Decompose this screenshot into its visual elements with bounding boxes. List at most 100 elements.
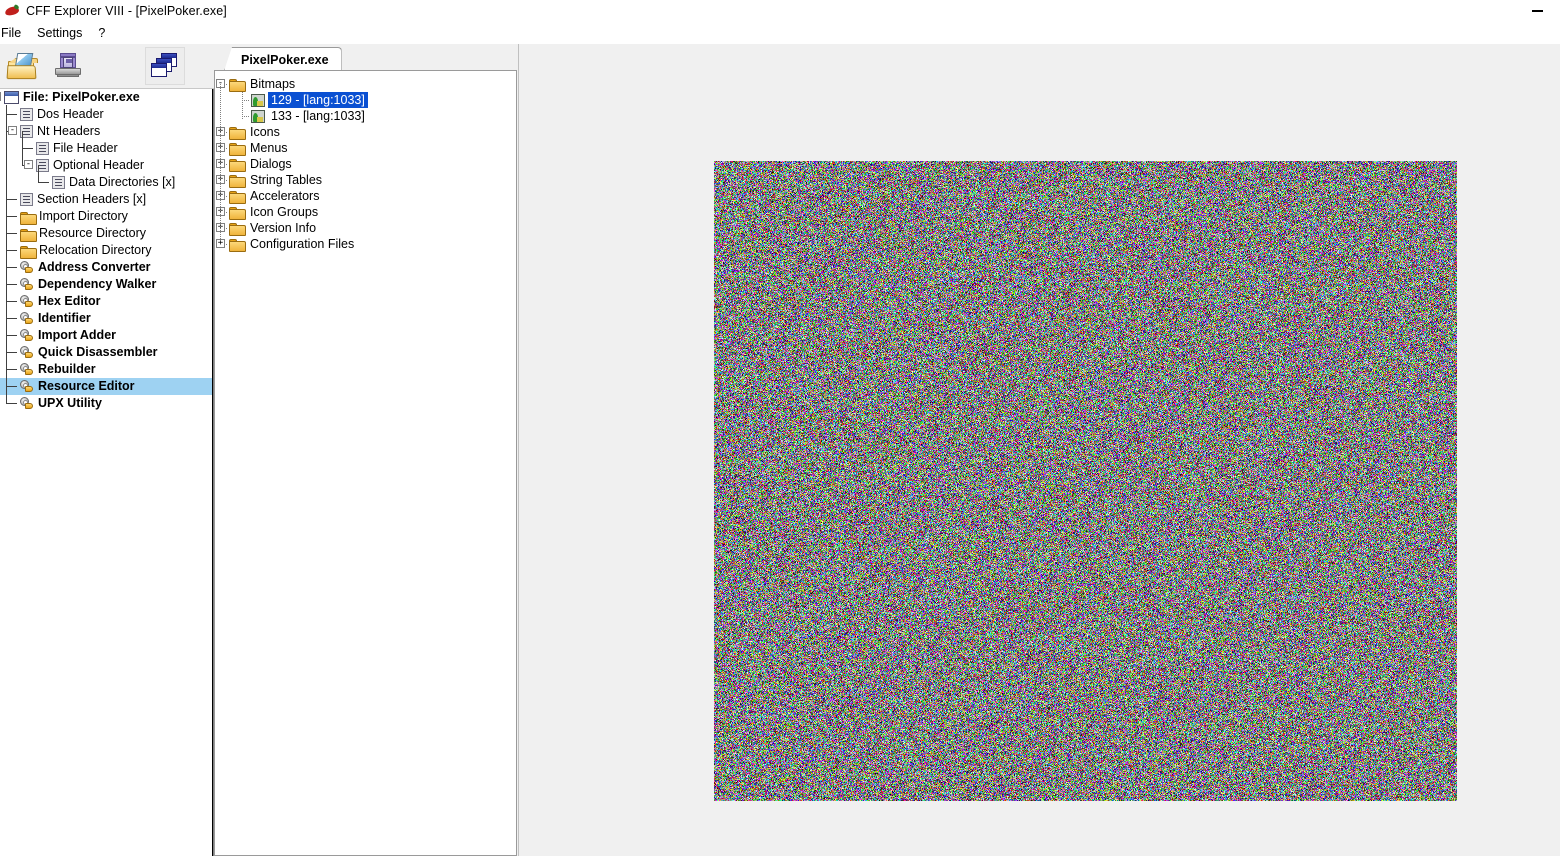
resource-item[interactable]: +Icons [215, 124, 515, 140]
open-file-button[interactable] [2, 47, 42, 85]
sidebar-item[interactable]: Data Directories [x] [0, 174, 212, 191]
tree-connector [38, 182, 49, 183]
resource-item[interactable]: +Accelerators [215, 188, 515, 204]
menu-file[interactable]: File [0, 24, 29, 42]
folder-icon [229, 222, 246, 236]
sidebar-item[interactable]: Section Headers [x] [0, 191, 212, 208]
open-folder-icon [6, 53, 38, 80]
menu-settings[interactable]: Settings [29, 24, 90, 42]
resource-item-label: 133 - [lang:1033] [271, 109, 365, 123]
sidebar-item-label: UPX Utility [38, 396, 102, 410]
tree-connector [6, 335, 17, 336]
folder-icon [229, 158, 246, 172]
sidebar-item-label: Relocation Directory [39, 243, 152, 257]
window-controls [1515, 0, 1560, 22]
tree-connector [22, 148, 33, 149]
resource-item-label: Version Info [250, 221, 317, 235]
resource-item[interactable]: - Bitmaps [215, 76, 515, 92]
tree-connector [6, 352, 17, 353]
resource-item-label: Icons [250, 125, 280, 139]
sidebar-item[interactable]: - File: PixelPoker.exe [0, 89, 212, 106]
resource-item[interactable]: +Dialogs [215, 156, 515, 172]
folder-icon [229, 190, 246, 204]
file-structure-tree[interactable]: - File: PixelPoker.exe Dos Header - Nt Heade… [0, 89, 212, 856]
sidebar-item[interactable]: Identifier [0, 310, 212, 327]
sidebar-item[interactable]: Import Directory [0, 208, 212, 225]
resource-item[interactable]: +Icon Groups [215, 204, 515, 220]
menu-help[interactable]: ? [90, 24, 113, 42]
resource-item-label: Dialogs [250, 157, 292, 171]
sidebar-item[interactable]: Quick Disassembler [0, 344, 212, 361]
tree-connector [6, 199, 17, 200]
sidebar-item-label: Resource Editor [38, 379, 135, 393]
sidebar-item-label: Section Headers [x] [37, 192, 147, 206]
sidebar-item[interactable]: - Optional Header [0, 157, 212, 174]
resource-item[interactable]: + Configuration Files [215, 236, 515, 252]
sidebar-item[interactable]: UPX Utility [0, 395, 212, 412]
folder-icon [229, 238, 246, 252]
resource-item-selected[interactable]: 129 - [lang:1033] [215, 92, 515, 108]
sidebar-item-label: Hex Editor [38, 294, 101, 308]
bitmap-preview-area [518, 44, 1560, 856]
tree-trunk-line [220, 84, 221, 242]
resource-item-label: 129 - [lang:1033] [268, 92, 368, 108]
sidebar-item[interactable]: Dos Header [0, 106, 212, 123]
resource-item[interactable]: +Menus [215, 140, 515, 156]
chili-pepper-icon [4, 3, 20, 19]
sidebar-item[interactable]: - Nt Headers [0, 123, 212, 140]
save-file-button[interactable] [48, 47, 88, 85]
sidebar-item[interactable]: Hex Editor [0, 293, 212, 310]
folder-icon [229, 174, 246, 188]
sidebar-item[interactable]: Import Adder [0, 327, 212, 344]
resource-item-label: Menus [250, 141, 288, 155]
sidebar-item-label: Rebuilder [38, 362, 96, 376]
tree-trunk-line [38, 165, 39, 182]
tree-expander[interactable]: - [24, 160, 33, 169]
document-icon [20, 193, 33, 206]
tree-connector [242, 100, 250, 101]
resource-item[interactable]: +String Tables [215, 172, 515, 188]
sidebar-item[interactable]: Dependency Walker [0, 276, 212, 293]
sidebar-item-label: Nt Headers [37, 124, 101, 138]
menu-bar: File Settings ? [0, 22, 1560, 44]
resource-item[interactable]: 133 - [lang:1033] [215, 108, 515, 124]
sidebar-item-label: Resource Directory [39, 226, 146, 240]
tree-connector [6, 114, 17, 115]
tree-connector [6, 318, 17, 319]
sidebar-item[interactable]: Rebuilder [0, 361, 212, 378]
sidebar-item-label: Quick Disassembler [38, 345, 158, 359]
folder-icon [229, 206, 246, 220]
sidebar-item-label: File Header [53, 141, 118, 155]
cascade-windows-button[interactable] [145, 47, 185, 85]
tree-expander[interactable]: - [8, 126, 17, 135]
tool-icon [20, 295, 34, 308]
sidebar-item-label: Import Adder [38, 328, 117, 342]
minimize-button[interactable] [1515, 0, 1560, 22]
window-icon [4, 91, 19, 104]
resource-item[interactable]: +Version Info [215, 220, 515, 236]
resource-panel: PixelPoker.exe - Bitmaps 129 - [lang:1033]… [214, 44, 518, 856]
sidebar-item[interactable]: File Header [0, 140, 212, 157]
bitmap-preview [714, 161, 1457, 801]
folder-icon [20, 211, 37, 225]
resource-item-label: Bitmaps [250, 77, 296, 91]
tree-connector [6, 284, 17, 285]
tree-connector [6, 369, 17, 370]
resource-item-label: Configuration Files [250, 237, 355, 251]
tree-trunk-line [242, 92, 243, 120]
sidebar-item[interactable]: Resource Directory [0, 225, 212, 242]
tab-pixelpoker-exe[interactable]: PixelPoker.exe [224, 47, 342, 71]
tree-connector [6, 403, 17, 404]
tree-trunk-line [22, 131, 23, 165]
folder-icon [20, 245, 37, 259]
sidebar-item-label: File: PixelPoker.exe [23, 90, 140, 104]
window-title: CFF Explorer VIII - [PixelPoker.exe] [26, 4, 227, 18]
sidebar-item-resource-editor[interactable]: Resource Editor [0, 378, 212, 395]
tree-connector [242, 116, 250, 117]
resource-tree[interactable]: - Bitmaps 129 - [lang:1033] 133 - [lang:103… [214, 70, 517, 856]
save-icon [53, 53, 83, 79]
sidebar-item[interactable]: Address Converter [0, 259, 212, 276]
sidebar-item-label: Import Directory [39, 209, 128, 223]
tree-expander[interactable]: - [0, 92, 1, 101]
sidebar-item[interactable]: Relocation Directory [0, 242, 212, 259]
